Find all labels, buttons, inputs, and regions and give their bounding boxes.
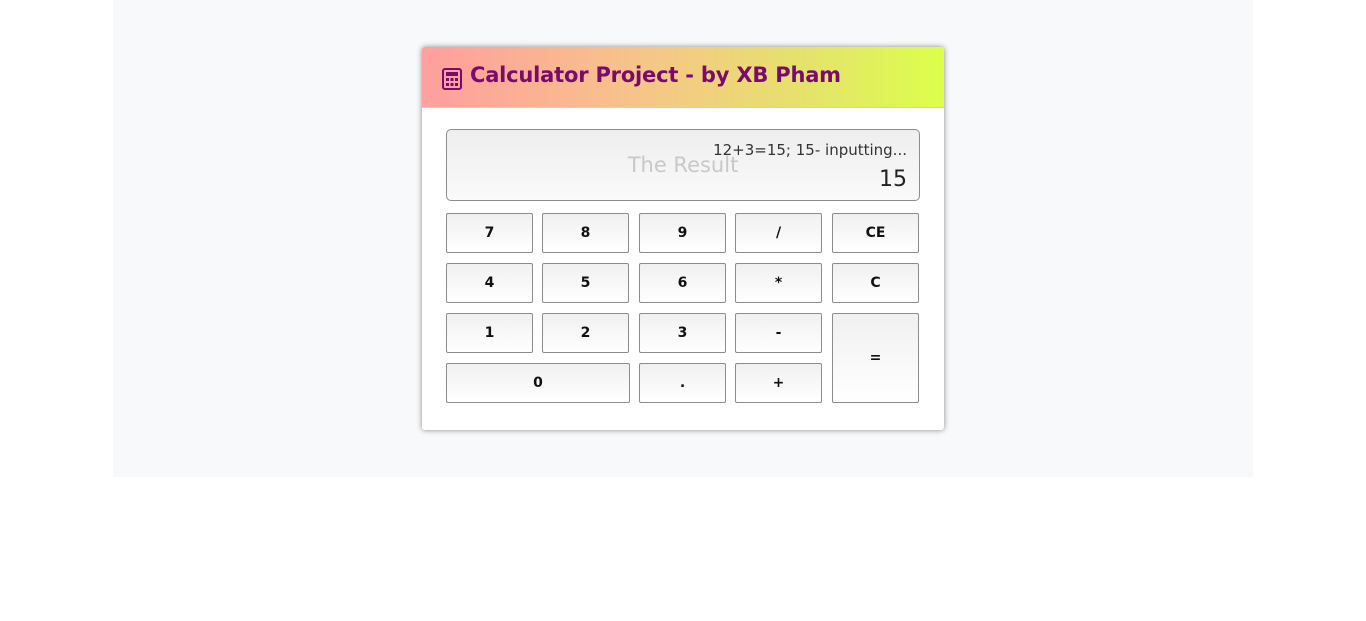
multiply-button[interactable]: * bbox=[735, 263, 822, 303]
key-5-button[interactable]: 5 bbox=[542, 263, 629, 303]
calculation-history: 12+3=15; 15- inputting... bbox=[713, 141, 907, 159]
calculator-icon bbox=[442, 68, 462, 90]
key-1-button[interactable]: 1 bbox=[446, 313, 533, 353]
key-9-button[interactable]: 9 bbox=[639, 213, 726, 253]
add-button[interactable]: + bbox=[735, 363, 822, 403]
key-2-button[interactable]: 2 bbox=[542, 313, 629, 353]
calculator-card: Calculator Project - by XB Pham The Resu… bbox=[422, 47, 944, 430]
clear-button[interactable]: C bbox=[832, 263, 919, 303]
key-8-button[interactable]: 8 bbox=[542, 213, 629, 253]
key-3-button[interactable]: 3 bbox=[639, 313, 726, 353]
divide-button[interactable]: / bbox=[735, 213, 822, 253]
key-0-button[interactable]: 0 bbox=[446, 363, 630, 403]
clear-entry-button[interactable]: CE bbox=[832, 213, 919, 253]
key-7-button[interactable]: 7 bbox=[446, 213, 533, 253]
result-value: 15 bbox=[879, 167, 907, 192]
decimal-button[interactable]: . bbox=[639, 363, 726, 403]
page-title: Calculator Project - by XB Pham bbox=[470, 63, 841, 87]
key-4-button[interactable]: 4 bbox=[446, 263, 533, 303]
equals-button[interactable]: = bbox=[832, 313, 919, 403]
result-display[interactable]: The Result 12+3=15; 15- inputting... 15 bbox=[446, 129, 920, 201]
subtract-button[interactable]: - bbox=[735, 313, 822, 353]
card-header: Calculator Project - by XB Pham bbox=[422, 47, 944, 108]
key-6-button[interactable]: 6 bbox=[639, 263, 726, 303]
